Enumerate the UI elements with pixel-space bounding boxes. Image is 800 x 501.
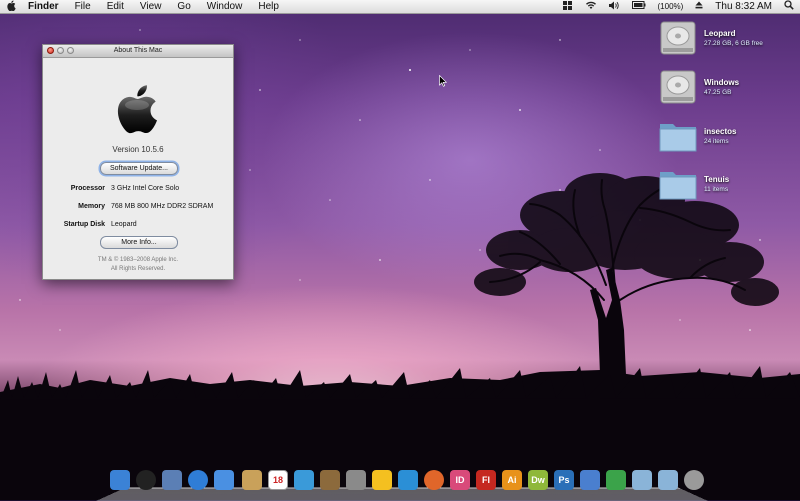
hard-drive-icon: [660, 70, 696, 104]
eject-icon[interactable]: [689, 1, 709, 12]
dock-itunes-icon[interactable]: [294, 470, 314, 490]
volume-icon[interactable]: [603, 1, 626, 13]
dock-ical-icon[interactable]: 18: [268, 470, 288, 490]
dock-illustrator-icon[interactable]: Ai: [502, 470, 522, 490]
dock-messenger-icon[interactable]: [606, 470, 626, 490]
dock-icon-label: Ai: [507, 475, 517, 485]
dock-applications-folder-icon[interactable]: [632, 470, 652, 490]
dock-icon-label: 18: [272, 475, 283, 485]
battery-percentage: (100%): [657, 2, 684, 11]
menu-view[interactable]: View: [132, 1, 170, 12]
desktop-icon-name: Windows: [704, 78, 740, 87]
dock-ms-word-icon[interactable]: [580, 470, 600, 490]
menu-window[interactable]: Window: [199, 1, 251, 12]
dock-indesign-icon[interactable]: ID: [450, 470, 470, 490]
menu-edit[interactable]: Edit: [99, 1, 132, 12]
desktop-icon-info: 27.28 GB, 6 GB free: [704, 40, 763, 47]
dock-dashboard-icon[interactable]: [136, 470, 156, 490]
minimize-window-button[interactable]: [57, 47, 64, 54]
dock-icon-label: Dw: [531, 475, 545, 485]
menu-bar: Finder File Edit View Go Window Help (10…: [0, 0, 800, 14]
desktop-icon-name: Leopard: [704, 29, 736, 38]
dock-icon-label: Ps: [558, 475, 570, 485]
processor-value: 3 GHz Intel Core Solo: [111, 185, 180, 192]
close-window-button[interactable]: [47, 47, 54, 54]
dock-flash-icon[interactable]: Fl: [476, 470, 496, 490]
dock-twitterrific-icon[interactable]: [398, 470, 418, 490]
memory-value: 768 MB 800 MHz DDR2 SDRAM: [111, 203, 214, 210]
dock-system-preferences-icon[interactable]: [346, 470, 366, 490]
menu-clock[interactable]: Thu 8:32 AM: [709, 1, 778, 12]
battery-icon[interactable]: [626, 1, 652, 12]
processor-label: Processor: [70, 185, 105, 192]
dock-safari-icon[interactable]: [188, 470, 208, 490]
desktop-icon-insectos[interactable]: insectos 24 items: [658, 118, 788, 158]
mouse-cursor-icon: [439, 75, 447, 87]
menu-finder[interactable]: Finder: [24, 1, 67, 12]
dock-mail-icon[interactable]: [162, 470, 182, 490]
apple-menu-icon[interactable]: [0, 0, 24, 14]
spotlight-icon[interactable]: [778, 0, 800, 13]
memory-label: Memory: [78, 203, 105, 210]
dock-preview-icon[interactable]: [320, 470, 340, 490]
hard-drive-icon: [660, 21, 696, 55]
window-titlebar[interactable]: About This Mac: [43, 45, 233, 58]
spaces-icon[interactable]: [557, 0, 579, 13]
menu-go[interactable]: Go: [169, 1, 198, 12]
wifi-icon[interactable]: [579, 1, 603, 13]
menu-file[interactable]: File: [67, 1, 99, 12]
dock-finder-icon[interactable]: [110, 470, 130, 490]
startup-disk-label: Startup Disk: [63, 221, 105, 228]
dock-documents-folder-icon[interactable]: [658, 470, 678, 490]
desktop-icon-info: 24 items: [704, 138, 729, 145]
dock-ichat-icon[interactable]: [214, 470, 234, 490]
desktop-icon-info: 47.25 GB: [704, 89, 732, 96]
copyright-line-2: All Rights Reserved.: [110, 266, 166, 272]
desktop-icon-tenuis[interactable]: Tenuis 11 items: [658, 166, 788, 206]
zoom-window-button[interactable]: [67, 47, 74, 54]
dock-trash-icon[interactable]: [684, 470, 704, 490]
dock-adium-icon[interactable]: [372, 470, 392, 490]
desktop-icon-leopard[interactable]: Leopard 27.28 GB, 6 GB free: [658, 20, 788, 60]
folder-icon: [659, 124, 697, 152]
desktop-icon-windows[interactable]: Windows 47.25 GB: [658, 69, 788, 109]
more-info-button[interactable]: More Info...: [100, 236, 178, 249]
dock: 18 ID Fl Ai Dw Ps: [96, 466, 708, 501]
copyright-line-1: TM & © 1983–2008 Apple Inc.: [97, 257, 179, 263]
desktop-icon-name: insectos: [704, 127, 737, 136]
dock-dreamweaver-icon[interactable]: Dw: [528, 470, 548, 490]
dock-address-book-icon[interactable]: [242, 470, 262, 490]
dock-icon-label: ID: [455, 475, 465, 485]
folder-icon: [659, 172, 697, 200]
startup-disk-value: Leopard: [111, 221, 137, 228]
copyright-text: TM & © 1983–2008 Apple Inc. All Rights R…: [43, 256, 233, 274]
desktop-icon-name: Tenuis: [704, 175, 730, 184]
dock-icon-label: Fl: [482, 475, 490, 485]
dock-photoshop-icon[interactable]: Ps: [554, 470, 574, 490]
menu-help[interactable]: Help: [250, 1, 287, 12]
software-update-button[interactable]: Software Update...: [100, 162, 178, 175]
os-version: Version 10.5.6: [112, 145, 164, 154]
about-this-mac-window: About This Mac Version 10.5.6 Software U…: [42, 44, 234, 280]
apple-logo-icon: [117, 85, 157, 134]
desktop-icon-info: 11 items: [704, 186, 729, 193]
dock-firefox-icon[interactable]: [424, 470, 444, 490]
